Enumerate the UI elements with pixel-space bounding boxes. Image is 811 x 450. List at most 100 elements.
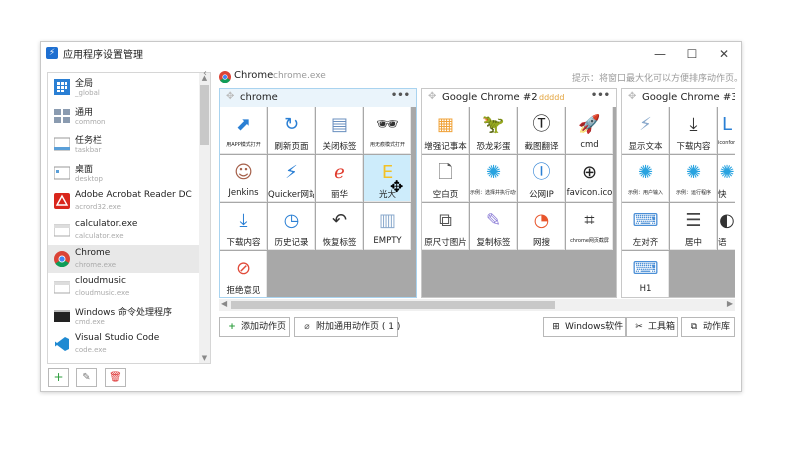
app-list-item[interactable]: 桌面 desktop	[48, 159, 200, 188]
app-list-item[interactable]: Adobe Acrobat Reader DC acrord32.exe	[48, 187, 200, 216]
action-button-partial[interactable]: Liconfon	[718, 107, 735, 154]
action-button[interactable]: ⊕ favicon.ico	[566, 155, 613, 202]
action-button[interactable]: ✎ 复制标签	[470, 203, 517, 250]
action-label: 语	[718, 238, 727, 248]
app-list-item[interactable]: cloudmusic cloudmusic.exe	[48, 273, 200, 302]
action-icon: L	[721, 114, 733, 135]
collapse-chevron-icon[interactable]: ‹	[203, 68, 207, 79]
move-icon[interactable]: ✥	[428, 91, 436, 102]
action-button[interactable]: E 光大	[364, 155, 411, 202]
panel-header[interactable]: ✥ chrome •••	[220, 89, 416, 107]
app-name: Chrome	[234, 70, 274, 81]
panel-menu-icon[interactable]: •••	[391, 90, 410, 101]
app-name: Visual Studio Code	[75, 333, 160, 344]
action-button[interactable]: ✺ 示例：运行程序	[670, 155, 717, 202]
action-label: 原尺寸图片	[424, 238, 467, 248]
close-button[interactable]: ✕	[709, 44, 739, 64]
panel-google-chrome-3: ✥ Google Chrome #3 ⚡ 显示文本 ⤓ 下载内容 ✺ 示例：用户输入 ✺ 示例…	[621, 88, 735, 298]
action-button[interactable]: 🗋 空白页	[422, 155, 469, 202]
undo-icon: ↶	[331, 210, 348, 231]
action-button[interactable]: ☰ 居中	[670, 203, 717, 250]
minimize-button[interactable]: —	[645, 44, 675, 64]
action-button[interactable]: Ⓣ 截图翻译	[518, 107, 565, 154]
app-list-item[interactable]: Windows 命令处理程序 cmd.exe	[48, 302, 200, 331]
edit-app-button[interactable]: ✎	[76, 368, 97, 387]
panel-menu-icon[interactable]: •••	[591, 90, 610, 101]
action-button[interactable]: ▦ 增强记事本	[422, 107, 469, 154]
action-button-partial[interactable]: ✺ 快	[718, 155, 735, 202]
download-tray-icon: ⤓	[689, 114, 698, 135]
hint-text: 提示：将窗口最大化可以方便排序动作页。	[572, 74, 744, 84]
action-library-button[interactable]: ⧉ 动作库	[681, 317, 735, 337]
action-button[interactable]: ⌗ chrome网页截屏	[566, 203, 613, 250]
action-button[interactable]: ◔ 网搜	[518, 203, 565, 250]
app-list-scrollbar[interactable]: ▲ ▼	[199, 73, 210, 363]
action-button[interactable]: ⌨ H1	[622, 251, 669, 297]
app-exe: acrord32.exe	[75, 203, 121, 212]
app-list-item[interactable]: Chrome chrome.exe	[48, 244, 200, 274]
action-button[interactable]: ↻ 刷新页面	[268, 107, 315, 154]
bulb-icon: ✺	[685, 162, 702, 183]
scrollbar-thumb[interactable]	[231, 301, 555, 309]
scroll-down-icon[interactable]: ▼	[200, 354, 209, 362]
action-button[interactable]: ⧉ 原尺寸图片	[422, 203, 469, 250]
reject-icon: ⊘	[235, 258, 252, 279]
action-button[interactable]: ⬈ 用APP模式打开	[220, 107, 267, 154]
close-tab-icon: ▤	[330, 114, 348, 135]
app-list-item[interactable]: 通用 common	[48, 102, 200, 131]
action-button[interactable]: ▤ 关闭标签	[316, 107, 363, 154]
ip-icon: Ⓘ	[532, 162, 551, 183]
app-list-item[interactable]: Visual Studio Code code.exe	[48, 330, 200, 359]
scroll-right-icon[interactable]: ▶	[727, 299, 733, 308]
lightning-app-icon: ⚡	[46, 47, 58, 59]
action-button[interactable]: ✺ 示例：用户输入	[622, 155, 669, 202]
app-list-item[interactable]: 任务栏 taskbar	[48, 130, 200, 159]
action-button-partial[interactable]: ◐ 语	[718, 203, 735, 250]
action-button[interactable]: ⚡ Quicker网站	[268, 155, 315, 202]
app-name: Chrome	[75, 247, 111, 258]
action-label: 复制标签	[476, 238, 511, 248]
move-icon[interactable]: ✥	[628, 91, 636, 102]
bulb-icon: ✺	[637, 162, 654, 183]
action-label: Quicker网站	[268, 190, 315, 200]
history-icon: ◷	[283, 210, 300, 231]
scroll-left-icon[interactable]: ◀	[221, 299, 227, 308]
panel-header[interactable]: ✥ Google Chrome #2 ddddd •••	[422, 89, 616, 107]
action-button[interactable]: ⊘ 拒绝意见	[220, 251, 267, 297]
toolbox-button[interactable]: ✂ 工具箱	[626, 317, 678, 337]
notepad-icon: ▦	[436, 114, 454, 135]
action-button[interactable]: ⚡ 显示文本	[622, 107, 669, 154]
add-app-button[interactable]: +	[48, 368, 69, 387]
action-button[interactable]: ⌨ 左对齐	[622, 203, 669, 250]
action-label: 下载内容	[226, 238, 261, 248]
app-exe: desktop	[75, 174, 103, 183]
action-button[interactable]: Ⓘ 公网IP	[518, 155, 565, 202]
action-button[interactable]: ◷ 历史记录	[268, 203, 315, 250]
action-button[interactable]: ⤓ 下载内容	[670, 107, 717, 154]
attach-common-page-button[interactable]: ⌀ 附加通用动作页 ( 1 )	[294, 317, 400, 337]
action-button[interactable]: ⤓ 下载内容	[220, 203, 267, 250]
windows-software-button[interactable]: ⊞ Windows软件	[543, 317, 626, 337]
app-name: Windows 命令处理程序	[75, 307, 173, 318]
title-bar[interactable]: ⚡ 应用程序设置管理 — ☐ ✕	[41, 42, 741, 66]
action-button[interactable]: 🚀 cmd	[566, 107, 613, 154]
action-button[interactable]: ▥ EMPTY	[364, 203, 411, 250]
action-button[interactable]: ↶ 恢复标签	[316, 203, 363, 250]
action-button[interactable]: 🦖 恐龙彩蛋	[470, 107, 517, 154]
app-list-item[interactable]: calculator.exe calculator.exe	[48, 216, 200, 245]
action-button[interactable]: ☺ Jenkins	[220, 155, 267, 202]
scrollbar-thumb[interactable]	[200, 85, 209, 145]
panels-scrollbar[interactable]: ◀ ▶	[219, 299, 735, 311]
move-icon[interactable]: ✥	[226, 91, 234, 102]
action-button[interactable]: ✺ 示例：选择并执行动作	[470, 155, 517, 202]
taskbar-icon	[54, 136, 70, 152]
delete-app-button[interactable]: 🗑	[105, 368, 126, 387]
panel-header[interactable]: ✥ Google Chrome #3	[622, 89, 735, 107]
maximize-button[interactable]: ☐	[677, 44, 707, 64]
action-button[interactable]: ℯ 丽华	[316, 155, 363, 202]
action-button[interactable]: 🕶 用无痕模式打开	[364, 107, 411, 154]
lihua-icon: ℯ	[334, 162, 345, 183]
add-page-button[interactable]: + 添加动作页	[219, 317, 290, 337]
app-list-item[interactable]: 全局 _global	[48, 73, 200, 102]
external-link-icon: ⧉	[690, 322, 698, 332]
